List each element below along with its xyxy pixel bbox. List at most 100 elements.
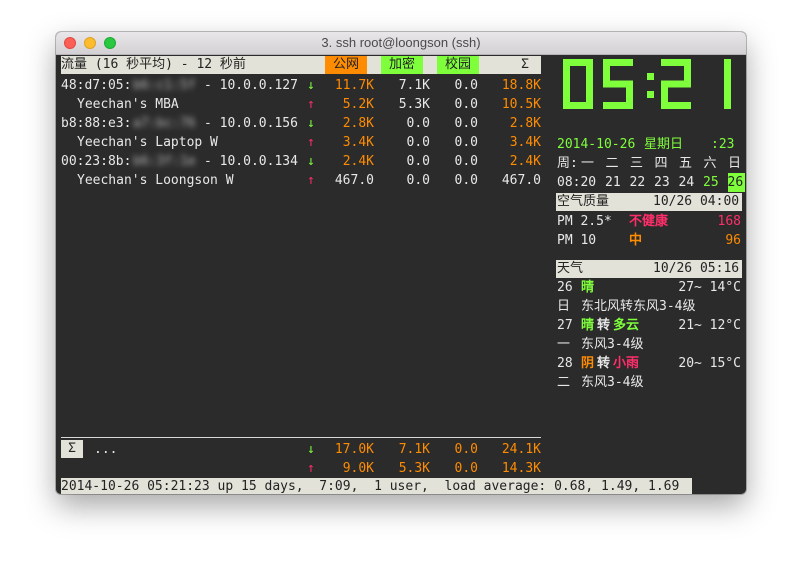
upload-rate: 10.5K — [501, 97, 541, 112]
clock-digit-segment — [563, 59, 570, 84]
pm10-level: 中 — [629, 233, 643, 248]
pm25-level: 不健康 — [629, 214, 669, 229]
total-download-rate: 0.0 — [454, 442, 478, 457]
forecast-condition: 阴 — [581, 356, 595, 371]
totals-divider — [61, 437, 541, 438]
clock-digit-segment — [603, 59, 610, 84]
forecast-condition: 转 — [597, 318, 611, 333]
download-rate: 11.7K — [334, 78, 374, 93]
clock-digit-segment — [586, 59, 593, 84]
total-upload-rate: 14.3K — [501, 461, 541, 476]
uptime-status-line: 2014-10-26 05:21:23 up 15 days, 7:09, 1 … — [61, 478, 692, 494]
calendar-weekday-header: 二 — [605, 156, 619, 171]
clock-digit-segment — [661, 80, 691, 88]
title-bar: 3. ssh root@loongson (ssh) — [56, 32, 746, 55]
host-mac-hidden: a7:bc:76 — [133, 116, 196, 131]
upload-rate: 467.0 — [501, 173, 541, 188]
host-mac-prefix: b8:88:e3: — [61, 116, 132, 131]
clock-digit-segment — [684, 59, 691, 84]
totals-ellipsis: ... — [94, 442, 118, 457]
calendar-day: 21 — [605, 175, 621, 190]
calendar-day: 23 — [654, 175, 670, 190]
current-date: 2014-10-26 — [557, 137, 636, 152]
forecast-day: 26 — [557, 280, 573, 295]
forecast-wind: 东风3-4级 — [581, 337, 644, 352]
calendar-day: 24 — [678, 175, 695, 190]
forecast-condition: 晴 — [581, 280, 595, 295]
clock-colon-dot — [647, 91, 654, 98]
forecast-temperature: 27~ 14°C — [678, 280, 741, 295]
clock-digit-segment — [603, 80, 633, 88]
total-download-rate: 17.0K — [334, 442, 374, 457]
host-name: Yeechan's MBA — [77, 97, 179, 112]
weather-title: 天气 — [557, 261, 584, 276]
sum-symbol: Σ — [61, 440, 83, 458]
terminal-content[interactable]: 流量 (16 秒平均) - 12 秒前 公网 加密 校园 Σ 48:d7:05:… — [56, 55, 746, 494]
forecast-day: 27 — [557, 318, 573, 333]
total-download-rate: 24.1K — [501, 442, 541, 457]
calendar-weekday-header: 五 — [679, 156, 693, 171]
traffic-header-label: 流量 (16 秒平均) - 12 秒前 — [61, 57, 246, 72]
clock-digit-segment — [661, 84, 668, 109]
calendar-weekday-header: 三 — [630, 156, 644, 171]
column-encrypted: 加密 — [381, 56, 423, 74]
calendar-weekday-header: 四 — [654, 156, 668, 171]
column-public: 公网 — [325, 56, 367, 74]
clock-colon-dot — [647, 73, 654, 80]
host-mac-hidden: b6:c1:5f — [133, 78, 196, 93]
pm25-label: PM 2.5* — [557, 214, 612, 229]
upload-rate: 467.0 — [334, 173, 374, 188]
column-sum: Σ — [521, 57, 529, 72]
clock-digit-segment — [603, 102, 633, 109]
host-mac-prefix: 00:23:8b: — [61, 154, 132, 169]
host-ip: - 10.0.0.156 — [204, 116, 298, 131]
big-clock — [563, 59, 731, 109]
forecast-wind: 东风3-4级 — [581, 375, 644, 390]
clock-digit-segment — [724, 59, 731, 84]
pm25-value: 168 — [717, 214, 741, 229]
host-ip: - 10.0.0.127 — [204, 78, 298, 93]
download-rate: 2.8K — [342, 116, 374, 131]
forecast-condition: 晴 — [581, 318, 595, 333]
total-upload-rate: 9.0K — [342, 461, 374, 476]
forecast-weekday: 二 — [557, 375, 571, 390]
calendar-weekday-header: 六 — [703, 156, 717, 171]
forecast-condition: 小雨 — [613, 356, 640, 371]
forecast-wind: 东北风转东风3-4级 — [581, 299, 696, 314]
download-rate: 0.0 — [454, 116, 478, 131]
host-mac-hidden: b6:3f:1e — [133, 154, 196, 169]
host-name: Yeechan's Loongson W — [77, 173, 234, 188]
host-name: Yeechan's Laptop W — [77, 135, 218, 150]
terminal-window: 3. ssh root@loongson (ssh) 流量 (16 秒平均) -… — [56, 32, 746, 494]
calendar-weekday-header: 日 — [728, 156, 742, 171]
forecast-condition: 多云 — [613, 318, 640, 333]
calendar-day: 25 — [703, 175, 719, 190]
forecast-weekday: 一 — [557, 337, 571, 352]
download-rate: 2.4K — [509, 154, 541, 169]
upload-rate: 0.0 — [454, 135, 478, 150]
download-rate: 18.8K — [501, 78, 541, 93]
current-seconds: :23 — [711, 137, 735, 152]
clock-digit-segment — [724, 84, 731, 109]
calendar-time-label: 08:20 — [557, 175, 597, 190]
forecast-temperature: 21~ 12°C — [678, 318, 741, 333]
air-quality-time: 10/26 04:00 — [653, 194, 740, 209]
host-mac-prefix: 48:d7:05: — [61, 78, 132, 93]
download-rate: 2.4K — [342, 154, 374, 169]
current-weekday: 星期日 — [644, 137, 684, 152]
calendar-today: 26 — [727, 173, 745, 192]
pm10-label: PM 10 — [557, 233, 597, 248]
air-quality-title: 空气质量 — [557, 194, 610, 209]
forecast-weekday: 日 — [557, 299, 571, 314]
download-rate: 0.0 — [454, 154, 478, 169]
forecast-day: 28 — [557, 356, 573, 371]
forecast-temperature: 20~ 15°C — [678, 356, 741, 371]
host-ip: - 10.0.0.134 — [204, 154, 298, 169]
column-campus: 校园 — [437, 56, 479, 74]
weather-time: 10/26 05:16 — [653, 261, 740, 276]
upload-rate: 5.2K — [342, 97, 374, 112]
upload-rate: 3.4K — [509, 135, 541, 150]
window-title: 3. ssh root@loongson (ssh) — [321, 35, 481, 50]
forecast-condition: 转 — [597, 356, 611, 371]
total-upload-rate: 0.0 — [454, 461, 478, 476]
